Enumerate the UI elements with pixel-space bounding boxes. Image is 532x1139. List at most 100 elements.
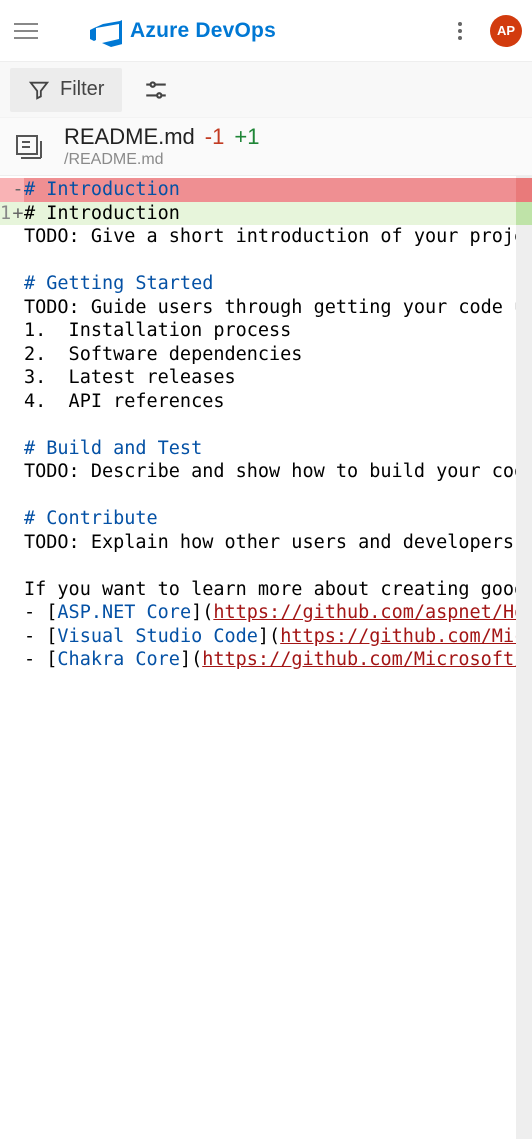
line-number xyxy=(0,296,12,320)
line-text: 1. Installation process xyxy=(24,319,516,343)
line-text: # Build and Test xyxy=(24,437,516,461)
azure-devops-logo-icon xyxy=(90,15,122,47)
code-line xyxy=(0,413,516,437)
brand-name: Azure DevOps xyxy=(130,19,276,43)
hamburger-menu-icon[interactable] xyxy=(14,17,42,45)
line-number xyxy=(0,554,12,578)
diff-glyph xyxy=(12,625,24,649)
line-text: TODO: Guide users through getting your c… xyxy=(24,296,516,320)
diff-glyph xyxy=(12,460,24,484)
more-menu-icon[interactable] xyxy=(448,19,472,43)
line-number xyxy=(0,484,12,508)
diff-glyph xyxy=(12,249,24,273)
gutter-mark-deleted xyxy=(516,178,532,202)
file-header: README.md -1 +1 /README.md xyxy=(0,118,532,176)
diff-additions-count: +1 xyxy=(234,123,259,151)
file-name: README.md xyxy=(64,123,195,151)
filter-button[interactable]: Filter xyxy=(10,68,122,112)
line-text: # Getting Started xyxy=(24,272,516,296)
line-text: - [Visual Studio Code](https://github.co… xyxy=(24,625,516,649)
line-text xyxy=(24,554,516,578)
line-text: TODO: Give a short introduction of your … xyxy=(24,225,516,249)
diff-glyph xyxy=(12,554,24,578)
diff-glyph: - xyxy=(12,178,24,202)
line-text xyxy=(24,249,516,273)
line-text: # Contribute xyxy=(24,507,516,531)
diff-glyph: + xyxy=(12,202,24,226)
diff-overview-gutter[interactable] xyxy=(516,176,532,1139)
line-number xyxy=(0,625,12,649)
line-text xyxy=(24,484,516,508)
diff-glyph xyxy=(12,225,24,249)
line-number xyxy=(0,390,12,414)
code-line: 2. Software dependencies xyxy=(0,343,516,367)
line-number xyxy=(0,366,12,390)
diff-glyph xyxy=(12,578,24,602)
line-text: 3. Latest releases xyxy=(24,366,516,390)
filter-button-label: Filter xyxy=(60,78,104,101)
code-line: - [ASP.NET Core](https://github.com/aspn… xyxy=(0,601,516,625)
code-line: # Build and Test xyxy=(0,437,516,461)
diff-glyph xyxy=(12,601,24,625)
code-line: - [Chakra Core](https://github.com/Micro… xyxy=(0,648,516,672)
diff-code-pane[interactable]: -# Introduction1+# Introduction TODO: Gi… xyxy=(0,176,516,1139)
line-text: - [Chakra Core](https://github.com/Micro… xyxy=(24,648,516,672)
line-text: # Introduction xyxy=(24,178,516,202)
sliders-icon xyxy=(143,77,169,103)
line-number xyxy=(0,507,12,531)
file-diff-icon xyxy=(14,131,46,163)
line-text xyxy=(24,413,516,437)
line-text: - [ASP.NET Core](https://github.com/aspn… xyxy=(24,601,516,625)
line-text: 2. Software dependencies xyxy=(24,343,516,367)
line-number xyxy=(0,319,12,343)
diff-glyph xyxy=(12,272,24,296)
diff-settings-button[interactable] xyxy=(134,68,178,112)
diff-glyph xyxy=(12,531,24,555)
diff-glyph xyxy=(12,413,24,437)
code-line: 1. Installation process xyxy=(0,319,516,343)
code-line: - [Visual Studio Code](https://github.co… xyxy=(0,625,516,649)
code-line: TODO: Describe and show how to build you… xyxy=(0,460,516,484)
top-header: Azure DevOps AP xyxy=(0,0,532,62)
code-line: TODO: Explain how other users and develo… xyxy=(0,531,516,555)
line-number xyxy=(0,578,12,602)
diff-glyph xyxy=(12,648,24,672)
line-number xyxy=(0,460,12,484)
diff-glyph xyxy=(12,366,24,390)
line-number xyxy=(0,249,12,273)
diff-glyph xyxy=(12,390,24,414)
diff-deletions-count: -1 xyxy=(205,123,225,151)
line-text: # Introduction xyxy=(24,202,516,226)
diff-glyph xyxy=(12,296,24,320)
line-number xyxy=(0,178,12,202)
gutter-mark-added xyxy=(516,202,532,226)
code-line xyxy=(0,249,516,273)
diff-glyph xyxy=(12,484,24,508)
line-number xyxy=(0,225,12,249)
line-text: 4. API references xyxy=(24,390,516,414)
avatar[interactable]: AP xyxy=(490,15,522,47)
diff-glyph xyxy=(12,343,24,367)
code-line: TODO: Give a short introduction of your … xyxy=(0,225,516,249)
line-text: If you want to learn more about creating… xyxy=(24,578,516,602)
line-number xyxy=(0,601,12,625)
code-line: 3. Latest releases xyxy=(0,366,516,390)
code-line xyxy=(0,554,516,578)
file-path: /README.md xyxy=(64,150,259,170)
line-number xyxy=(0,272,12,296)
code-line: # Getting Started xyxy=(0,272,516,296)
code-line: 4. API references xyxy=(0,390,516,414)
line-text: TODO: Describe and show how to build you… xyxy=(24,460,516,484)
diff-glyph xyxy=(12,319,24,343)
line-number xyxy=(0,531,12,555)
diff-glyph xyxy=(12,507,24,531)
code-line: TODO: Guide users through getting your c… xyxy=(0,296,516,320)
code-line xyxy=(0,484,516,508)
diff-glyph xyxy=(12,437,24,461)
code-line: # Contribute xyxy=(0,507,516,531)
diff-viewport: -# Introduction1+# Introduction TODO: Gi… xyxy=(0,176,532,1139)
line-number xyxy=(0,648,12,672)
line-number xyxy=(0,343,12,367)
brand[interactable]: Azure DevOps xyxy=(90,15,276,47)
diff-toolbar: Filter xyxy=(0,62,532,118)
